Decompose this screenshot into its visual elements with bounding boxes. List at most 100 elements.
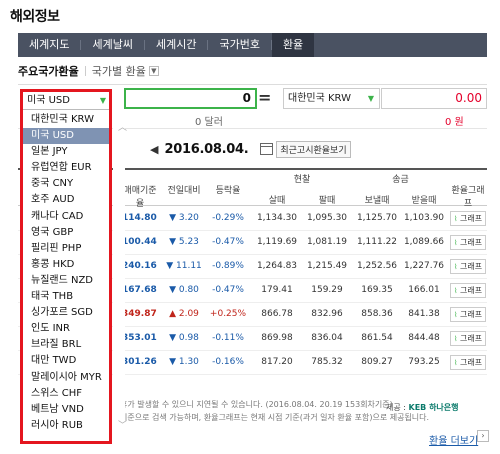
divider	[18, 84, 487, 85]
tab-world-weather[interactable]: 세계날씨	[81, 33, 143, 57]
graph-icon: ⌇	[454, 311, 458, 319]
subnav-main[interactable]: 주요국가환율	[18, 63, 79, 79]
from-currency-dropdown[interactable]: 미국 USD ▼ 대한민국 KRW 미국 USD 일본 JPY 유럽연합 EUR 중국 …	[20, 89, 112, 444]
cash-sell: 159.29	[311, 285, 343, 295]
cash-sell: 1,095.30	[306, 213, 348, 223]
change-rate: -0.89%	[212, 261, 244, 271]
tab-exchange-rate[interactable]: 환율	[271, 33, 315, 57]
cash-buy: 1,134.30	[256, 213, 298, 223]
cash-buy: 1,264.83	[256, 261, 298, 271]
header-transfer-recv: 받을때	[411, 196, 437, 206]
currency-option[interactable]: 일본 JPY	[23, 144, 109, 160]
currency-option[interactable]: 호주 AUD	[23, 192, 109, 208]
calendar-icon[interactable]	[260, 143, 274, 155]
tab-bar: 세계지도 세계날씨 세계시간 국가번호 환율	[18, 33, 487, 57]
change: ▼ 5.23	[169, 237, 199, 247]
graph-icon: ⌇	[454, 359, 458, 367]
change-rate: -0.47%	[212, 285, 244, 295]
graph-button[interactable]: ⌇ 그래프	[450, 355, 487, 370]
header-change: 전일대비	[167, 186, 201, 196]
cash-buy: 866.78	[261, 309, 293, 319]
base-rate: 301.26	[122, 357, 157, 367]
change: ▼ 11.11	[166, 261, 202, 271]
currency-option[interactable]: 중국 CNY	[23, 176, 109, 192]
change-rate: +0.25%	[209, 309, 247, 319]
from-amount-words: 0 달러	[195, 117, 223, 128]
currency-option[interactable]: 브라질 BRL	[23, 337, 109, 353]
cash-sell: 1,081.19	[306, 237, 348, 247]
graph-icon: ⌇	[454, 263, 458, 271]
graph-icon: ⌇	[454, 287, 458, 295]
chevron-down-icon[interactable]: ▼	[148, 66, 159, 76]
header-graph: 환율그래프	[451, 186, 485, 209]
transfer-send: 1,252.56	[356, 261, 398, 271]
date-navigator: ◀ 2016.08.04. 최근고시환율보기	[150, 140, 351, 158]
currency-option[interactable]: 뉴질랜드 NZD	[23, 273, 109, 289]
transfer-send: 169.35	[361, 285, 393, 295]
currency-options: 대한민국 KRW 미국 USD 일본 JPY 유럽연합 EUR 중국 CNY 호주 AUD…	[23, 112, 109, 434]
change: ▼ 0.98	[169, 333, 199, 343]
currency-option[interactable]: 베트남 VND	[23, 402, 109, 418]
transfer-send: 809.27	[361, 357, 393, 367]
base-rate: 353.01	[122, 333, 157, 343]
base-rate: 349.87	[122, 309, 157, 319]
currency-option[interactable]: 영국 GBP	[23, 225, 109, 241]
recent-rates-button[interactable]: 최근고시환율보기	[276, 140, 351, 158]
from-currency-select[interactable]: 미국 USD ▼	[23, 92, 109, 110]
caret-down-icon: ▼	[99, 96, 106, 105]
currency-option[interactable]: 필리핀 PHP	[23, 241, 109, 257]
change: ▲ 2.09	[169, 309, 199, 319]
currency-option[interactable]: 홍콩 HKD	[23, 257, 109, 273]
graph-button[interactable]: ⌇ 그래프	[450, 307, 487, 322]
tab-world-map[interactable]: 세계지도	[18, 33, 80, 57]
subnav-country-rates[interactable]: 국가별 환율	[92, 63, 146, 79]
transfer-receive: 1,089.66	[403, 237, 445, 247]
currency-option[interactable]: 스위스 CHF	[23, 386, 109, 402]
dropdown-scrollbar[interactable]	[113, 112, 125, 432]
currency-option[interactable]: 말레이시아 MYR	[23, 370, 109, 386]
base-rate: 167.68	[122, 285, 157, 295]
currency-option[interactable]: 미국 USD	[23, 128, 109, 145]
header-transfer: 송금	[392, 175, 409, 185]
to-amount-input[interactable]: 0.00	[381, 88, 487, 109]
chevron-right-icon[interactable]: ›	[477, 430, 489, 442]
scroll-up-icon[interactable]: ︿	[118, 120, 127, 133]
subnav: 주요국가환율 국가별 환율 ▼	[18, 60, 487, 82]
transfer-send: 858.36	[361, 309, 393, 319]
currency-option[interactable]: 태국 THB	[23, 289, 109, 305]
change: ▼ 3.20	[169, 213, 199, 223]
currency-option[interactable]: 인도 INR	[23, 321, 109, 337]
graph-button[interactable]: ⌇ 그래프	[450, 283, 487, 298]
currency-option[interactable]: 대한민국 KRW	[23, 112, 109, 128]
transfer-receive: 841.38	[408, 309, 440, 319]
cash-buy: 1,119.69	[256, 237, 298, 247]
subnav-divider	[84, 66, 86, 76]
provider-credit: 제공 : KEB 하나은행	[386, 403, 459, 412]
currency-option[interactable]: 캐나다 CAD	[23, 209, 109, 225]
prev-date-icon[interactable]: ◀	[150, 143, 158, 156]
more-rates-link[interactable]: 환율 더보기	[429, 432, 478, 447]
tab-world-time[interactable]: 세계시간	[145, 33, 207, 57]
graph-button[interactable]: ⌇ 그래프	[450, 331, 487, 346]
tab-country-code[interactable]: 국가번호	[208, 33, 270, 57]
currency-option[interactable]: 싱가포르 SGD	[23, 305, 109, 321]
from-amount-input[interactable]: 0	[124, 88, 257, 109]
graph-button[interactable]: ⌇ 그래프	[450, 235, 487, 250]
header-cash-sell: 팔때	[318, 196, 336, 206]
currency-option[interactable]: 러시아 RUB	[23, 418, 109, 434]
change: ▼ 1.30	[169, 357, 199, 367]
graph-button[interactable]: ⌇ 그래프	[450, 259, 487, 274]
bank-logo: KEB 하나은행	[408, 403, 459, 412]
header-transfer-send: 보낼때	[364, 196, 390, 206]
currency-option[interactable]: 대만 TWD	[23, 353, 109, 369]
graph-button[interactable]: ⌇ 그래프	[450, 211, 487, 226]
cash-sell: 832.96	[311, 309, 343, 319]
currency-option[interactable]: 유럽연합 EUR	[23, 160, 109, 176]
scroll-down-icon[interactable]: ﹀	[118, 418, 127, 431]
cash-buy: 817.20	[261, 357, 293, 367]
to-currency-select[interactable]: 대한민국 KRW ▼	[283, 88, 380, 109]
header-base: 매매기준율	[123, 186, 157, 209]
graph-icon: ⌇	[454, 215, 458, 223]
base-rate: 100.44	[122, 237, 157, 247]
transfer-send: 1,125.70	[356, 213, 398, 223]
